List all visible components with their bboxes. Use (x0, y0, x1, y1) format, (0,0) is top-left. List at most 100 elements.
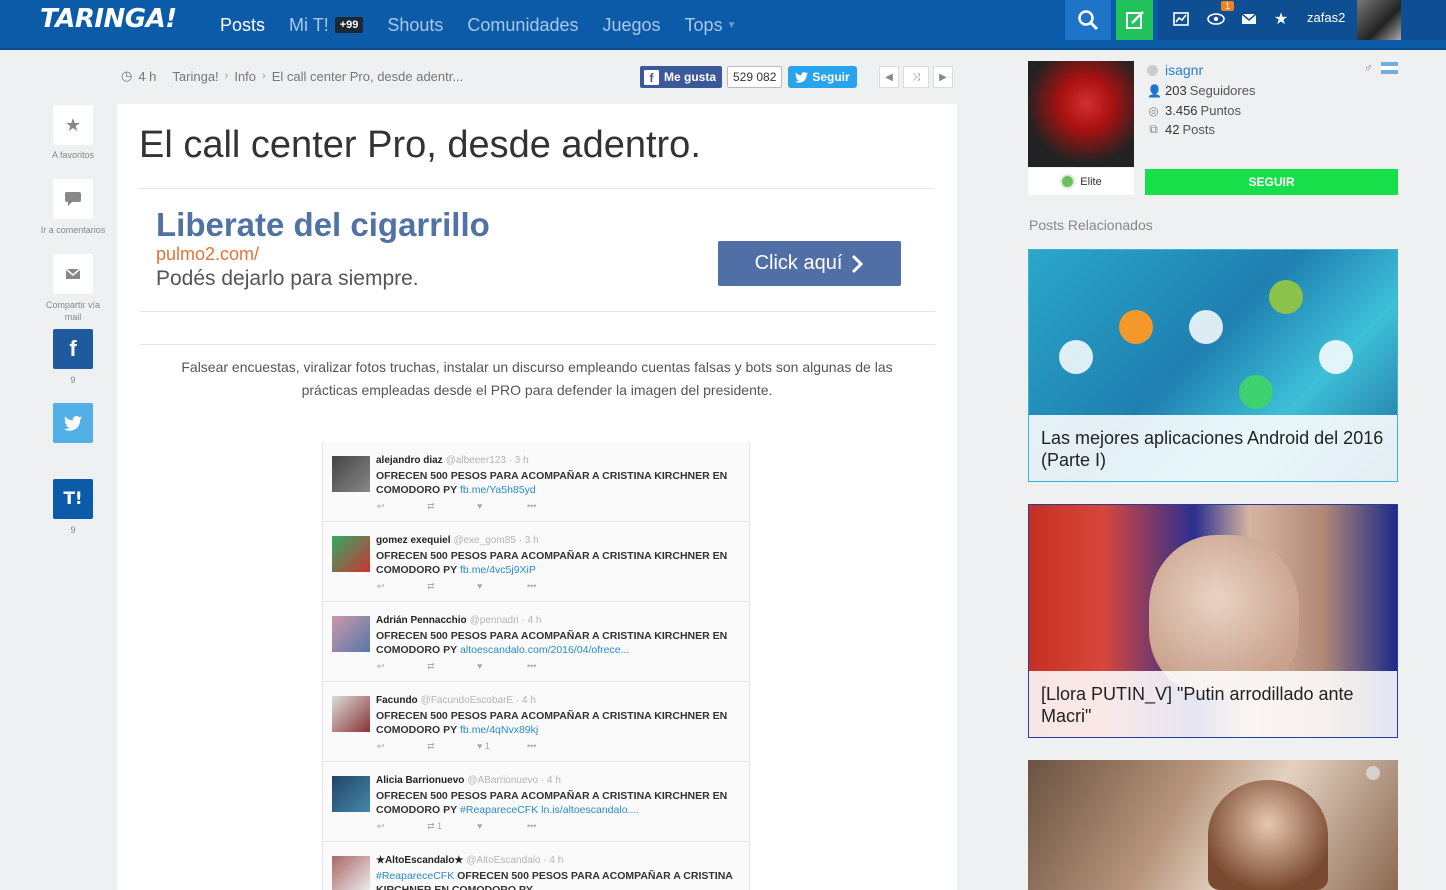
nav-comunidades[interactable]: Comunidades (467, 15, 578, 36)
nav-tops-label: Tops (684, 14, 723, 35)
tweet-avatar (332, 456, 370, 492)
clock-icon: ◷ (121, 68, 133, 83)
close-icon[interactable] (1366, 766, 1380, 780)
facebook-share-button[interactable]: f (53, 329, 93, 369)
chevron-left-icon: ◀ (885, 71, 893, 83)
posts-count: 42 (1165, 122, 1180, 137)
related-post-card[interactable] (1028, 760, 1398, 890)
next-post-button[interactable]: ▶ (933, 66, 953, 88)
username[interactable]: zafas2 (1307, 10, 1345, 25)
tweet-actions: ↩ ⇄ ♥ ••• (377, 661, 537, 671)
author-rank: Elite (1028, 168, 1134, 195)
mail-icon[interactable] (1238, 8, 1260, 30)
taringa-logo[interactable]: TARINGA! (40, 4, 177, 34)
post-title: El call center Pro, desde adentro. (139, 124, 701, 166)
new-post-button[interactable] (1116, 0, 1153, 40)
points-count: 3.456 (1165, 103, 1198, 118)
chevron-right-icon: › (224, 70, 229, 82)
breadcrumb-item-taringa[interactable]: Taringa! (172, 69, 218, 84)
favorite-label: A favoritos (51, 150, 95, 160)
author-rank-label: Elite (1080, 175, 1102, 188)
nav-mi-t[interactable]: Mi T! +99 (289, 14, 364, 36)
twitter-share-button[interactable] (53, 403, 93, 443)
nav-juegos[interactable]: Juegos (603, 15, 661, 36)
top-navbar: TARINGA! Posts Mi T! +99 Shouts Comunidad… (0, 0, 1446, 50)
author-name[interactable]: isagnr (1147, 62, 1203, 78)
followers-count: 203 (1165, 83, 1187, 98)
tweet-item: Alicia Barrionuevo @ABarrionuevo · 4 h OF… (323, 762, 749, 842)
app-icon (1319, 340, 1353, 374)
nav-mi-t-label: Mi T! (289, 14, 329, 35)
chevron-right-icon: ▶ (939, 71, 947, 83)
gender-icon: ♂ (1364, 61, 1373, 75)
tweet-actions: ↩ ⇄ ♥ ••• (377, 501, 537, 511)
prev-post-button[interactable]: ◀ (879, 66, 899, 88)
tweet-text: OFRECEN 500 PESOS PARA ACOMPAÑAR A CRIST… (376, 790, 728, 816)
nav-posts[interactable]: Posts (220, 15, 265, 36)
ad-cta-button[interactable]: Click aquí (718, 241, 901, 286)
argentina-flag-icon (1381, 62, 1398, 74)
related-post-card[interactable]: Las mejores aplicaciones Android del 201… (1028, 249, 1398, 482)
follow-author-button[interactable]: SEGUIR (1145, 169, 1398, 195)
favorite-button[interactable]: ★ (53, 105, 93, 145)
random-post-button[interactable]: ⤨ (903, 66, 929, 88)
mail-share-button[interactable] (53, 254, 93, 294)
tweet-avatar (332, 696, 370, 732)
shuffle-icon: ⤨ (912, 71, 920, 83)
author-avatar[interactable] (1028, 61, 1134, 167)
tweet-author: Facundo @FacundoEscobarE · 4 h (376, 695, 536, 706)
tweet-text: #ReapareceCFK OFRECEN 500 PESOS PARA ACO… (376, 870, 733, 890)
mail-share-label: Compartir vía mail (45, 300, 100, 322)
twitter-follow-button[interactable]: Seguir (788, 66, 857, 88)
author-posts: ⧉ 42 Posts (1147, 122, 1215, 137)
ad-cta-label: Click aquí (754, 252, 843, 274)
twitter-icon (795, 71, 809, 83)
eye-icon[interactable] (1205, 8, 1227, 30)
tweet-text: OFRECEN 500 PESOS PARA ACOMPAÑAR A CRIST… (376, 470, 728, 496)
tweet-text: OFRECEN 500 PESOS PARA ACOMPAÑAR A CRIST… (376, 550, 728, 576)
nav-shouts[interactable]: Shouts (387, 15, 443, 36)
tweet-item: Facundo @FacundoEscobarE · 4 h OFRECEN 50… (323, 682, 749, 762)
ad-title[interactable]: Liberate del cigarrillo (156, 206, 490, 244)
search-button[interactable] (1065, 0, 1111, 40)
author-name-label: isagnr (1165, 62, 1204, 78)
author-followers: 👤 203 Seguidores (1147, 83, 1255, 98)
comments-button[interactable] (53, 179, 93, 219)
user-area (1158, 0, 1446, 40)
avatar[interactable] (1357, 0, 1401, 40)
nav-juegos-label: Juegos (602, 14, 661, 35)
stats-icon[interactable] (1170, 8, 1192, 30)
app-icon (1189, 310, 1223, 344)
fb-like-button[interactable]: f Me gusta (640, 66, 723, 88)
breadcrumb-item-info[interactable]: Info (234, 69, 256, 84)
post-card: El call center Pro, desde adentro. Liber… (117, 104, 957, 890)
tweet-avatar (332, 616, 370, 652)
tweet-actions: ↩ ⇄ ♥ ••• (377, 581, 537, 591)
nav-tops[interactable]: Tops ▼ (685, 15, 737, 36)
followers-label: Seguidores (1189, 83, 1256, 98)
tweet-text: OFRECEN 500 PESOS PARA ACOMPAÑAR A CRIST… (376, 710, 728, 736)
nav-shouts-label: Shouts (387, 14, 444, 35)
star-icon[interactable]: ★ (1270, 8, 1292, 30)
related-post-title: [Llora PUTIN_V] "Putin arrodillado ante … (1029, 671, 1397, 737)
breadcrumb-item-current: El call center Pro, desde adentr... (271, 68, 464, 84)
offline-status-icon (1147, 64, 1158, 76)
tweet-author: Alicia Barrionuevo @ABarrionuevo · 4 h (376, 775, 561, 786)
divider (139, 188, 935, 189)
search-icon (1078, 10, 1099, 31)
taringa-share-button[interactable]: T! (53, 479, 93, 519)
tweet-author: gomez exequiel @exe_gom85 · 3 h (376, 535, 539, 546)
posts-label: Posts (1182, 122, 1215, 137)
tweet-avatar (332, 536, 370, 572)
tweet-avatar (332, 776, 370, 812)
tweet-item: Adrián Pennacchio @pennadri · 4 h OFRECEN… (323, 602, 749, 682)
taringa-share-count: 9 (70, 525, 76, 535)
twitter-follow-label: Seguir (812, 70, 850, 84)
mail-icon (65, 268, 81, 279)
main-nav: Posts Mi T! +99 Shouts Comunidades Juegos… (220, 0, 760, 50)
app-icon (1269, 280, 1303, 314)
related-post-card[interactable]: [Llora PUTIN_V] "Putin arrodillado ante … (1028, 504, 1398, 738)
facebook-share-count: 9 (70, 375, 76, 385)
ad-description: Podés dejarlo para siempre. (156, 267, 419, 290)
ad-url[interactable]: pulmo2.com/ (156, 244, 259, 265)
